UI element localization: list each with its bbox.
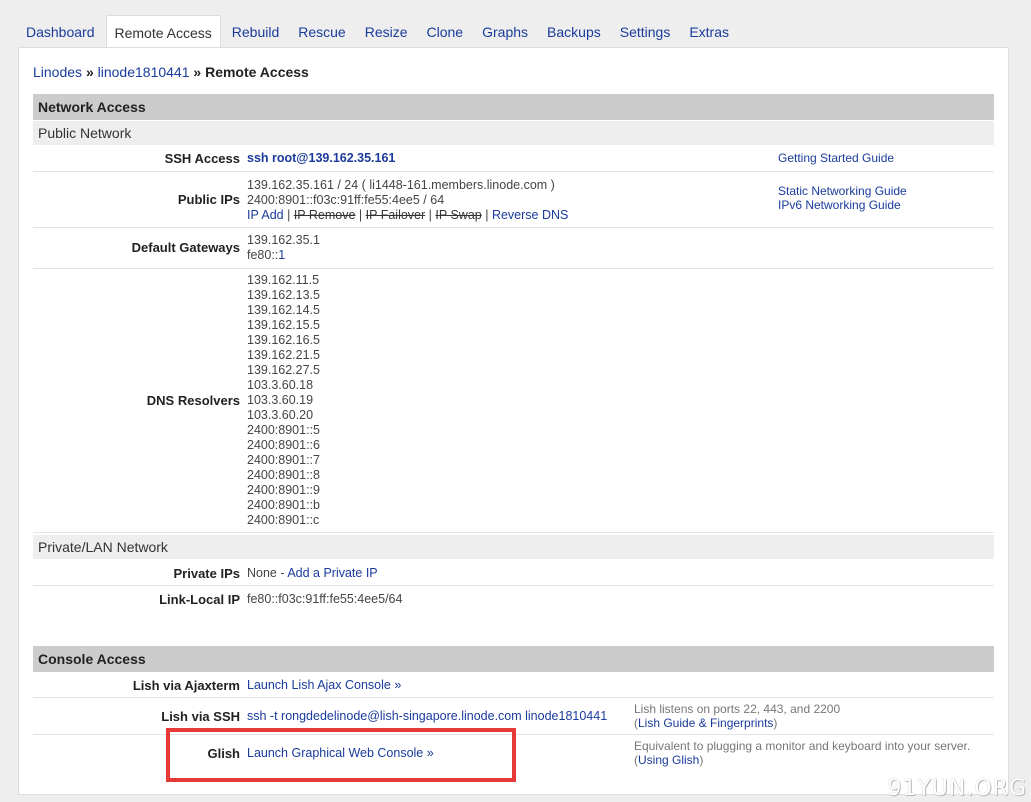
dns-resolvers-row: DNS Resolvers 139.162.11.5 139.162.13.5 … [33,269,994,533]
link-local-value: fe80::f03c:91ff:fe55:4ee5/64 [247,592,403,606]
dns-resolver-value: 2400:8901::c [247,513,320,527]
dns-resolver-value: 103.3.60.19 [247,393,314,407]
dns-resolver-value: 139.162.11.5 [247,273,320,287]
ssh-access-label: SSH Access [164,151,240,166]
action-separator: | [287,208,291,222]
main-panel: Linodes » linode1810441 » Remote Access … [18,47,1009,795]
dns-resolver-value: 2400:8901::b [247,498,320,512]
public-ipv4-value: 139.162.35.161 / 24 ( li1448-161.members… [247,178,555,192]
glish-note: Equivalent to plugging a monitor and key… [634,739,971,753]
dns-resolvers-list: 139.162.11.5 139.162.13.5 139.162.14.5 1… [247,273,320,528]
static-networking-guide-link[interactable]: Static Networking Guide [778,184,907,198]
gateway-ipv6-link[interactable]: 1 [278,248,285,262]
breadcrumb-separator: » [85,64,94,80]
tab-bar: Dashboard Remote Access Rebuild Rescue R… [18,15,740,48]
default-gateways-label: Default Gateways [131,240,240,255]
gateway-ipv4-value: 139.162.35.1 [247,233,320,247]
dns-resolver-value: 2400:8901::7 [247,453,320,467]
default-gateways-row: Default Gateways 139.162.35.1 fe80::1 [33,228,994,269]
dns-resolver-value: 103.3.60.20 [247,408,314,422]
using-glish-note: (Using Glish) [634,753,704,767]
getting-started-guide-link[interactable]: Getting Started Guide [778,151,894,165]
dns-resolvers-label: DNS Resolvers [146,393,240,408]
dns-resolver-value: 2400:8901::6 [247,438,320,452]
ip-remove-disabled: IP Remove [293,208,356,222]
dns-resolver-value: 2400:8901::8 [247,468,320,482]
breadcrumb-separator: » [193,64,202,80]
private-ips-value: None - [247,566,288,580]
tab-remote-access[interactable]: Remote Access [105,15,221,48]
ip-swap-disabled: IP Swap [435,208,482,222]
tab-resize[interactable]: Resize [357,15,416,48]
breadcrumb: Linodes » linode1810441 » Remote Access [33,64,309,80]
glish-highlight-box [166,728,516,782]
ip-failover-disabled: IP Failover [365,208,426,222]
breadcrumb-linode-link[interactable]: linode1810441 [98,64,190,80]
action-separator: | [428,208,432,222]
lish-ssh-command-link[interactable]: ssh -t rongdedelinode@lish-singapore.lin… [247,709,607,723]
tab-dashboard[interactable]: Dashboard [18,15,103,48]
add-private-ip-link[interactable]: Add a Private IP [287,566,377,580]
public-ips-label: Public IPs [177,192,240,207]
link-local-label: Link-Local IP [159,592,240,607]
public-network-header: Public Network [33,121,994,145]
dns-resolver-value: 139.162.16.5 [247,333,320,347]
breadcrumb-current: Remote Access [205,64,309,80]
public-ipv6-value: 2400:8901::f03c:91ff:fe55:4ee5 / 64 [247,193,445,207]
dns-resolver-value: 139.162.21.5 [247,348,320,362]
lish-guide-link[interactable]: Lish Guide & Fingerprints [638,716,773,730]
link-local-row: Link-Local IP fe80::f03c:91ff:fe55:4ee5/… [33,586,994,613]
ssh-access-row: SSH Access ssh root@139.162.35.161 Getti… [33,145,994,172]
tab-rebuild[interactable]: Rebuild [224,15,287,48]
network-access-header: Network Access [33,94,994,120]
action-separator: | [485,208,489,222]
dns-resolver-value: 2400:8901::9 [247,483,320,497]
dns-resolver-value: 103.3.60.18 [247,378,314,392]
tab-graphs[interactable]: Graphs [474,15,536,48]
console-access-header: Console Access [33,646,994,672]
lish-ajaxterm-row: Lish via Ajaxterm Launch Lish Ajax Conso… [33,672,994,698]
tab-settings[interactable]: Settings [612,15,679,48]
tab-rescue[interactable]: Rescue [290,15,353,48]
private-ips-row: Private IPs None - Add a Private IP [33,559,994,586]
reverse-dns-link[interactable]: Reverse DNS [492,208,568,222]
ssh-access-link[interactable]: ssh root@139.162.35.161 [247,151,395,165]
using-glish-link[interactable]: Using Glish [638,753,699,767]
ipv6-networking-guide-link[interactable]: IPv6 Networking Guide [778,198,907,212]
lish-ajaxterm-label: Lish via Ajaxterm [132,678,240,693]
private-ips-label: Private IPs [173,566,241,581]
dns-resolver-value: 139.162.27.5 [247,363,320,377]
dns-resolver-value: 139.162.14.5 [247,303,320,317]
action-separator: | [358,208,363,222]
lish-ports-note: Lish listens on ports 22, 443, and 2200 [634,702,841,716]
ip-actions: IP Add | IP Remove | IP Failover | IP Sw… [247,208,568,223]
tab-clone[interactable]: Clone [419,15,472,48]
tab-extras[interactable]: Extras [681,15,737,48]
watermark: 91YUN.ORG [887,776,1027,801]
gateway-ipv6-value: fe80::1 [247,248,286,262]
breadcrumb-linodes-link[interactable]: Linodes [33,64,82,80]
dns-resolver-value: 139.162.15.5 [247,318,320,332]
lish-guide-note: (Lish Guide & Fingerprints) [634,716,778,730]
ip-add-link[interactable]: IP Add [247,208,284,222]
dns-resolver-value: 139.162.13.5 [247,288,320,302]
launch-lish-ajax-console-link[interactable]: Launch Lish Ajax Console » [247,678,401,692]
public-ips-row: Public IPs 139.162.35.161 / 24 ( li1448-… [33,172,994,228]
dns-resolver-value: 2400:8901::5 [247,423,320,437]
lish-ssh-label: Lish via SSH [161,709,240,724]
tab-backups[interactable]: Backups [539,15,609,48]
private-network-header: Private/LAN Network [33,535,994,559]
